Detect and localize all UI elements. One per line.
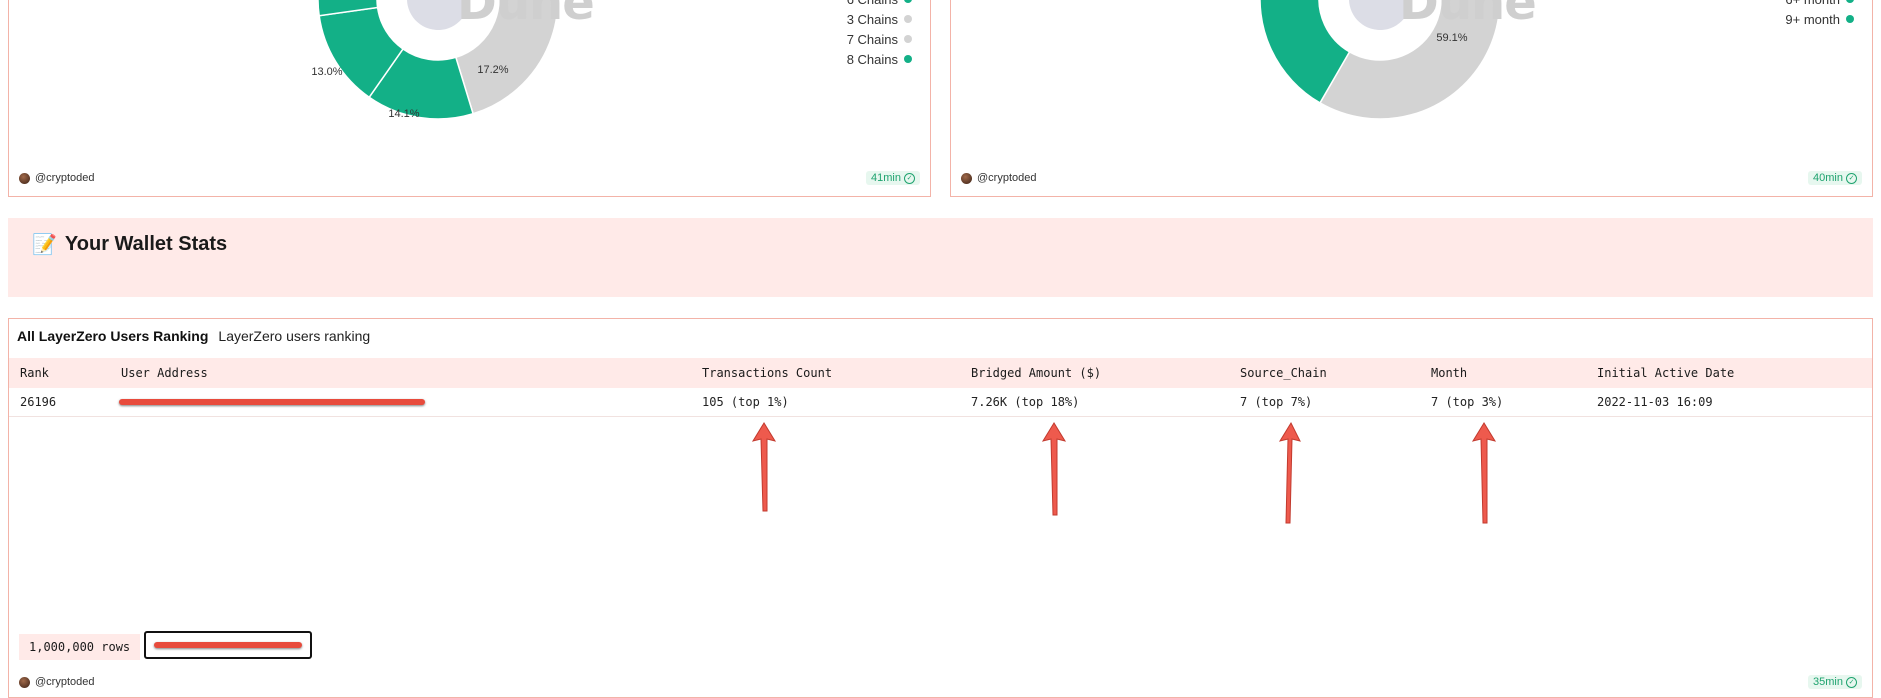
author-name: @cryptoded [977, 172, 1037, 184]
table-row[interactable]: 26196 105 (top 1%) 7.26K (top 18%) 7 (to… [9, 388, 1872, 417]
table-subtitle: LayerZero users ranking [218, 328, 371, 344]
memo-icon: 📝 [32, 234, 57, 256]
table-title: All LayerZero Users Ranking LayerZero us… [17, 328, 370, 344]
check-circle-icon: ✓ [1846, 172, 1857, 184]
legend-item[interactable]: 7 Chains [847, 29, 912, 49]
legend-dot-icon [904, 0, 912, 3]
cell-month: 7 (top 3%) [1431, 395, 1504, 409]
avatar [19, 676, 30, 688]
column-header-user-address[interactable]: User Address [121, 358, 208, 388]
redacted-selection [154, 642, 302, 648]
dune-watermark: Dune [1399, 0, 1537, 31]
legend-item[interactable]: 6+ month [1785, 0, 1854, 9]
table-header-row: Rank User Address Transactions Count Bri… [9, 358, 1872, 388]
column-header-source-chain[interactable]: Source_Chain [1240, 358, 1327, 388]
legend-item[interactable]: 9+ month [1785, 9, 1854, 29]
legend-dot-icon [904, 55, 912, 63]
check-circle-icon: ✓ [904, 172, 915, 184]
annotation-arrow-icon [1278, 421, 1301, 524]
dune-watermark: Dune [457, 0, 595, 31]
cell-rank: 26196 [20, 395, 57, 409]
legend-label: 7 Chains [846, 31, 898, 47]
slice-label: 59.1% [1436, 32, 1467, 44]
legend-item[interactable]: 6 Chains [847, 0, 912, 9]
table-title-text[interactable]: All LayerZero Users Ranking [17, 328, 208, 344]
chart-legend: 24 month6+ month9+ month [1785, 0, 1854, 29]
legend-dot-icon [904, 15, 912, 23]
legend-dot-icon [1846, 0, 1854, 3]
cell-transactions-count: 105 (top 1%) [702, 395, 789, 409]
cell-source-chain: 7 (top 7%) [1240, 395, 1313, 409]
table-author[interactable]: @cryptoded [19, 676, 94, 688]
slice-label: 17.2% [477, 64, 508, 76]
author-name: @cryptoded [35, 676, 95, 688]
column-header-bridged-amount[interactable]: Bridged Amount ($) [971, 358, 1101, 388]
chart-author[interactable]: @cryptoded [19, 172, 94, 184]
active-months-chart-panel: 59.1% Dune 24 month6+ month9+ month @cry… [950, 0, 1873, 197]
freshness-label: 35min [1813, 676, 1843, 688]
section-title-text: Your Wallet Stats [64, 233, 228, 255]
redacted-address [119, 399, 425, 405]
column-header-transactions-count[interactable]: Transactions Count [702, 358, 832, 388]
check-circle-icon: ✓ [1846, 676, 1857, 688]
column-header-initial-active-date[interactable]: Initial Active Date [1597, 358, 1734, 388]
cell-bridged-amount: 7.26K (top 18%) [971, 395, 1080, 409]
annotation-arrow-icon [751, 422, 777, 512]
legend-label: 3 Chains [846, 11, 898, 27]
section-title: 📝 Your Wallet Stats [32, 232, 227, 257]
chain-count-chart-panel: 13.0%14.1%17.2% Dune 4 Chains6 Chains3 C… [8, 0, 931, 197]
rows-count: 1,000,000 rows [19, 634, 141, 660]
avatar [19, 172, 30, 184]
chart-author[interactable]: @cryptoded [961, 172, 1036, 184]
freshness-badge[interactable]: 40min ✓ [1808, 171, 1862, 185]
users-ranking-table-panel: All LayerZero Users Ranking LayerZero us… [8, 318, 1873, 698]
slice-label: 13.0% [311, 66, 342, 78]
annotation-arrow-icon [1471, 422, 1497, 524]
legend-label: 6 Chains [847, 0, 898, 7]
legend-label: 9+ month [1785, 11, 1840, 27]
legend-label: 6+ month [1785, 0, 1840, 7]
cell-initial-active-date: 2022-11-03 16:09 [1597, 395, 1713, 409]
column-header-rank[interactable]: Rank [20, 358, 49, 388]
legend-item[interactable]: 8 Chains [847, 49, 912, 69]
column-header-month[interactable]: Month [1431, 358, 1467, 388]
annotation-arrow-icon [1041, 422, 1067, 516]
legend-item[interactable]: 3 Chains [847, 9, 912, 29]
rows-select-redacted[interactable] [144, 631, 312, 659]
freshness-label: 41min [871, 172, 901, 184]
wallet-stats-banner: 📝 Your Wallet Stats [8, 218, 1873, 297]
legend-dot-icon [904, 35, 912, 43]
avatar [961, 172, 972, 184]
author-name: @cryptoded [35, 172, 95, 184]
slice-label: 14.1% [388, 108, 419, 120]
chart-legend: 4 Chains6 Chains3 Chains7 Chains8 Chains [847, 0, 912, 69]
freshness-badge[interactable]: 35min ✓ [1808, 675, 1862, 689]
freshness-label: 40min [1813, 172, 1843, 184]
legend-dot-icon [1846, 15, 1854, 23]
legend-label: 8 Chains [846, 51, 898, 67]
freshness-badge[interactable]: 41min ✓ [866, 171, 920, 185]
